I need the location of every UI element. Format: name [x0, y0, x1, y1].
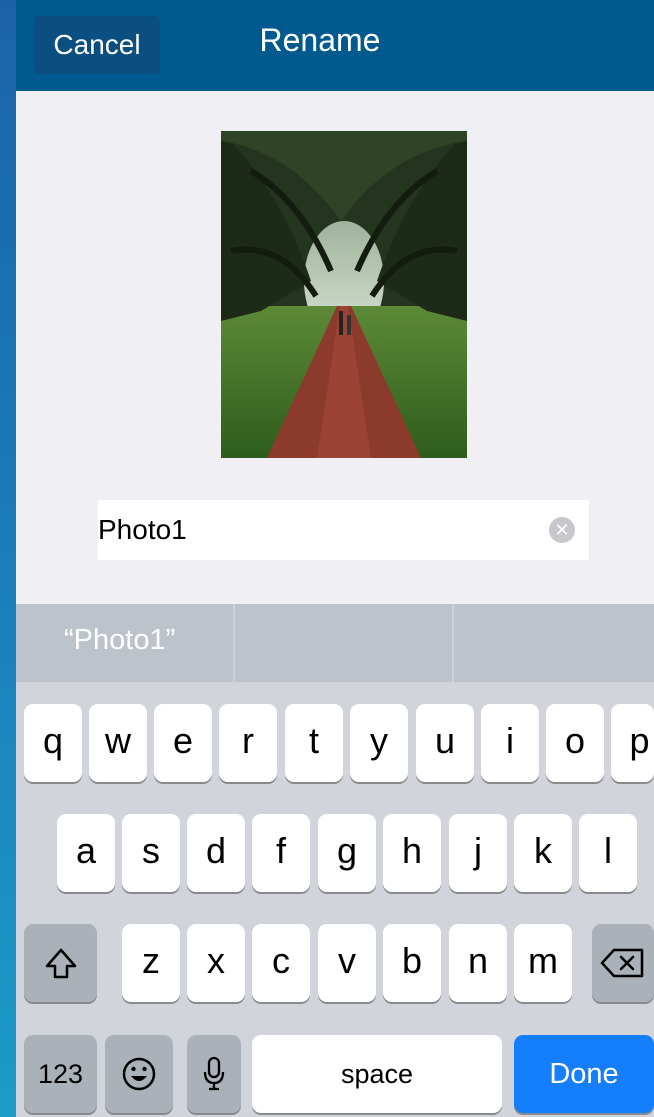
key-x[interactable]: x [187, 924, 245, 1002]
key-q[interactable]: q [24, 704, 82, 782]
prediction-divider [452, 604, 454, 682]
cancel-button[interactable]: Cancel [34, 16, 160, 74]
microphone-icon [203, 1056, 225, 1091]
key-e[interactable]: e [154, 704, 212, 782]
key-r[interactable]: r [219, 704, 277, 782]
key-w[interactable]: w [89, 704, 147, 782]
emoji-key[interactable] [105, 1035, 173, 1113]
key-n[interactable]: n [449, 924, 507, 1002]
key-b[interactable]: b [383, 924, 441, 1002]
space-key[interactable]: space [252, 1035, 502, 1113]
key-o[interactable]: o [546, 704, 604, 782]
key-g[interactable]: g [318, 814, 376, 892]
photo-thumbnail [221, 131, 467, 458]
key-t[interactable]: t [285, 704, 343, 782]
name-input[interactable] [98, 500, 538, 560]
prediction-suggestion[interactable]: “Photo1” [64, 604, 175, 682]
key-h[interactable]: h [383, 814, 441, 892]
key-l[interactable]: l [579, 814, 637, 892]
key-v[interactable]: v [318, 924, 376, 1002]
clear-circle-icon[interactable]: ✕ [549, 517, 575, 543]
key-s[interactable]: s [122, 814, 180, 892]
rename-sheet: Cancel Rename Photo1 ✕ “Photo1” q w e r … [16, 0, 654, 1117]
key-z[interactable]: z [122, 924, 180, 1002]
key-k[interactable]: k [514, 814, 572, 892]
shift-icon [45, 948, 76, 979]
backspace-icon [600, 948, 644, 978]
page-title: Rename [259, 22, 381, 58]
key-c[interactable]: c [252, 924, 310, 1002]
backspace-key[interactable] [592, 924, 654, 1002]
key-m[interactable]: m [514, 924, 572, 1002]
key-y[interactable]: y [350, 704, 408, 782]
shift-key[interactable] [24, 924, 97, 1002]
prediction-bar: “Photo1” [16, 604, 654, 682]
name-field[interactable]: ✕ [98, 500, 589, 560]
key-j[interactable]: j [449, 814, 507, 892]
emoji-icon [122, 1057, 156, 1091]
numbers-key[interactable]: 123 [24, 1035, 97, 1113]
key-d[interactable]: d [187, 814, 245, 892]
key-f[interactable]: f [252, 814, 310, 892]
microphone-key[interactable] [187, 1035, 241, 1113]
key-i[interactable]: i [481, 704, 539, 782]
key-a[interactable]: a [57, 814, 115, 892]
done-button[interactable]: Done [514, 1035, 654, 1113]
navigation-bar: Cancel Rename [16, 0, 654, 91]
prediction-divider [233, 604, 235, 682]
key-p[interactable]: p [611, 704, 654, 782]
keyboard: “Photo1” q w e r t y u i o p a s d f g h… [16, 604, 654, 1117]
key-u[interactable]: u [416, 704, 474, 782]
